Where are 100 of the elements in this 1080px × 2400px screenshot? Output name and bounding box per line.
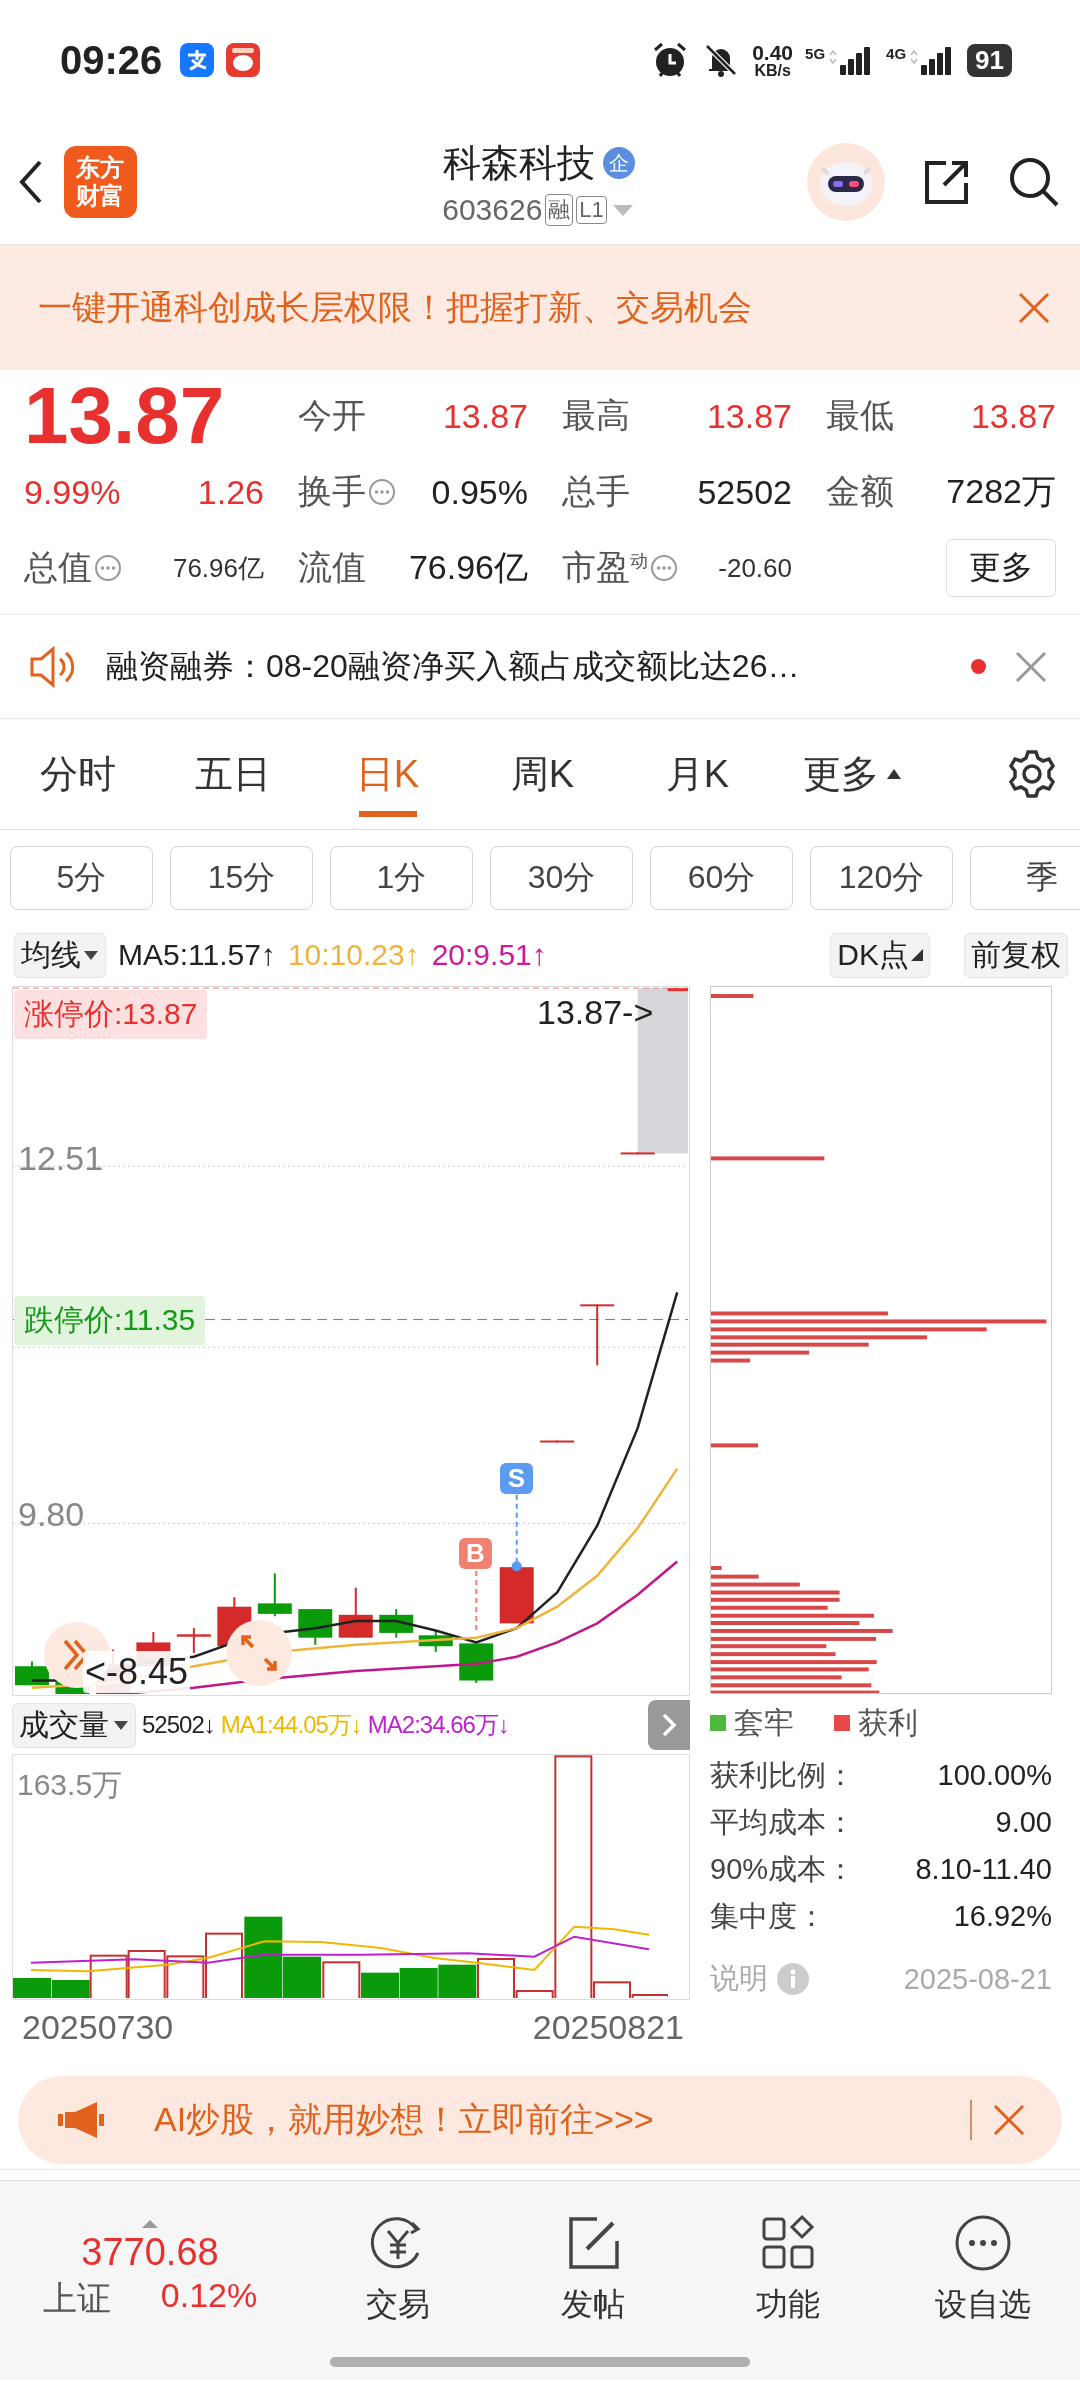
period-button[interactable]: 1分 (330, 846, 473, 910)
stat-value: 7282万 (946, 471, 1056, 512)
candle (540, 1439, 575, 1444)
more-info-icon[interactable] (368, 478, 396, 506)
ma-value: MA5:11.57↑ (118, 938, 276, 972)
candle (499, 1566, 534, 1625)
caret-icon (83, 949, 99, 961)
index-change: 0.12% (160, 2275, 258, 2316)
chip-bar (711, 1443, 759, 1448)
volume-bar (361, 1972, 399, 1998)
change-percent: 9.99% (24, 472, 121, 512)
stock-code: 603626 (442, 192, 543, 227)
stat-label: 90%成本： (710, 1851, 856, 1887)
ma-selector[interactable]: 均线 (14, 932, 106, 978)
chart-tab[interactable]: 月K (620, 719, 775, 829)
network-type: 4G (886, 45, 907, 62)
index-name[interactable]: 上证 (42, 2275, 111, 2322)
limit-up-label: 涨停价:13.87 (14, 990, 208, 1039)
period-button[interactable]: 15分 (170, 846, 313, 910)
stat-label: 平均成本： (710, 1804, 855, 1840)
stat-value: 76.96亿 (408, 547, 528, 588)
nav-item[interactable]: 发帖 (495, 2213, 690, 2327)
period-button[interactable]: 季 (970, 846, 1080, 910)
settings-icon[interactable] (1006, 748, 1058, 800)
stat-label: 换手 (298, 471, 366, 512)
stat-label: 市盈$^{动}$ (562, 547, 648, 588)
stock-tag: 融 (545, 193, 574, 226)
stat-label: 最高 (562, 395, 630, 436)
stat-value: 0.95% (431, 472, 528, 512)
chip-bar (711, 994, 754, 998)
caret-icon (113, 1719, 129, 1731)
ma-value: 20:9.51↑ (431, 938, 547, 972)
expand-arrows-icon[interactable] (225, 1619, 293, 1687)
candle (257, 1572, 292, 1618)
info-icon[interactable] (776, 1962, 810, 1996)
change-amount: 1.26 (197, 472, 264, 512)
index-value[interactable]: 3770.68 (81, 2230, 219, 2274)
close-icon[interactable] (992, 2103, 1026, 2137)
legend-label: 获利 (858, 1704, 918, 1741)
legend-label: 套牢 (734, 1704, 794, 1741)
ad-text: AI炒股，就用妙想！立即前往>>> (154, 2099, 655, 2140)
stat-label: 集中度： (710, 1898, 826, 1934)
chart-tab[interactable]: 周K (465, 719, 620, 829)
adjust-button[interactable]: 前复权 (964, 932, 1068, 978)
stat-label: 获利比例： (710, 1757, 855, 1793)
chart-tab[interactable]: 五日 (155, 719, 310, 829)
candle (298, 1608, 333, 1646)
nav-item[interactable]: 功能 (690, 2213, 885, 2327)
stat-label: 金额 (826, 471, 894, 512)
stat-label: 流值 (298, 547, 366, 588)
robot-avatar-icon[interactable] (806, 142, 886, 222)
more-info-icon[interactable] (94, 554, 122, 582)
candle (620, 1151, 655, 1156)
period-button[interactable]: 120分 (810, 846, 953, 910)
candle (418, 1629, 453, 1653)
app-icon (226, 43, 261, 77)
volume-bar (322, 1961, 361, 1998)
more-button[interactable]: 更多 (946, 539, 1056, 597)
caret-icon (884, 767, 903, 781)
candle (580, 1303, 615, 1367)
limit-down-label: 跌停价:11.35 (14, 1296, 206, 1345)
nav-item[interactable]: 交易 (300, 2213, 495, 2327)
sell-marker: S (500, 1463, 533, 1494)
ma-value: MA1:44.05万↓ (220, 1710, 362, 1740)
candle (176, 1627, 211, 1654)
candle (338, 1586, 373, 1639)
clock-time: 09:26 (60, 37, 163, 83)
indicator-selector[interactable]: 成交量 (12, 1702, 136, 1748)
volume-bar (127, 1950, 166, 1998)
notice-text[interactable]: 融资融券：08-20融资净买入额占成交额比达26… (106, 644, 943, 689)
date-label: 20250730 (22, 2008, 174, 2047)
period-button[interactable]: 5分 (10, 846, 153, 910)
period-button[interactable]: 30分 (490, 846, 633, 910)
candle (14, 1660, 49, 1687)
search-icon[interactable] (1008, 156, 1060, 208)
chart-tab[interactable]: 分时 (0, 719, 155, 829)
close-icon[interactable] (1014, 649, 1048, 684)
network-type: 5G (805, 45, 826, 62)
more-info-icon[interactable] (650, 554, 678, 582)
volume-bar (399, 1968, 438, 1998)
enterprise-badge: 企 (603, 147, 635, 179)
expand-button[interactable] (648, 1700, 690, 1750)
stat-value: 100.00% (937, 1759, 1052, 1792)
dk-button[interactable]: DK点 (830, 932, 930, 978)
chip-bar (711, 1566, 722, 1570)
nav-item[interactable]: 设自选 (885, 2213, 1080, 2327)
candle (379, 1608, 414, 1639)
period-button[interactable]: 60分 (650, 846, 793, 910)
candle (459, 1642, 494, 1684)
stat-value: 13.87 (706, 396, 792, 436)
stock-tag: L1 (576, 195, 607, 224)
stat-value: 9.00 (995, 1806, 1052, 1839)
stat-value: -20.60 (718, 552, 792, 584)
stat-label: 最低 (826, 395, 894, 436)
up-caret-icon (140, 2218, 160, 2229)
chart-tab[interactable]: 更多 (775, 719, 930, 829)
back-icon[interactable] (18, 158, 44, 206)
stat-label: 今开 (298, 395, 366, 436)
last-price-label: 13.87-> (537, 993, 654, 1032)
price-tick-mark (667, 988, 688, 992)
